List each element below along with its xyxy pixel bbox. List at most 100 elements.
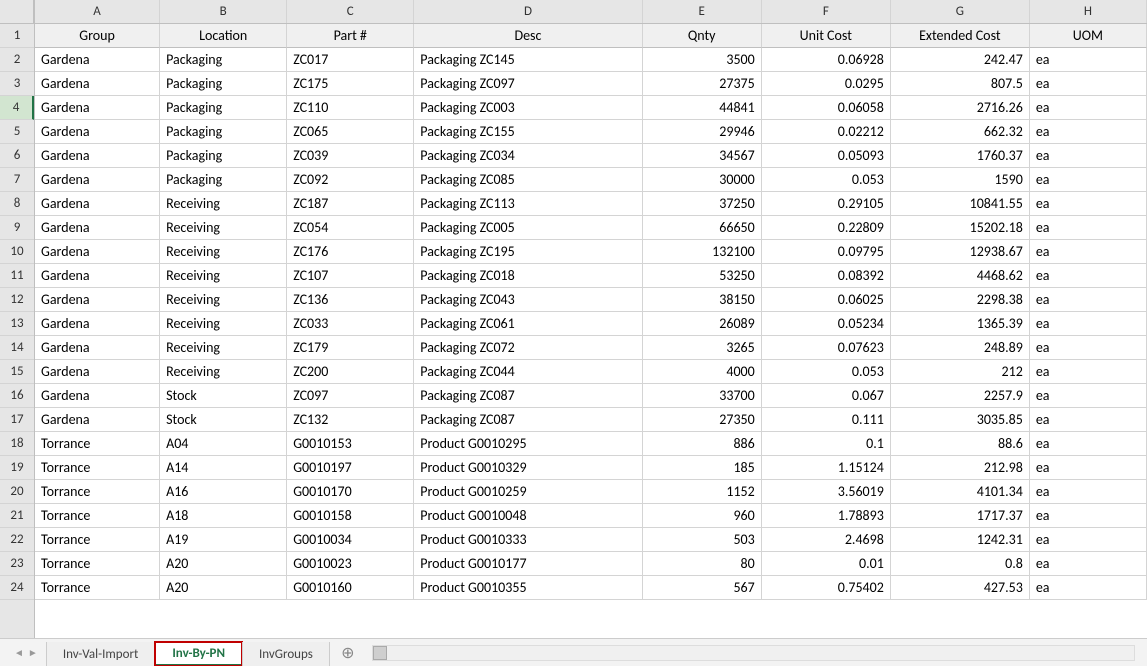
cell[interactable]: Gardena	[35, 48, 160, 72]
cell[interactable]: 662.32	[891, 120, 1030, 144]
cell[interactable]: ZC054	[287, 216, 414, 240]
cell[interactable]: 38150	[643, 288, 762, 312]
cell[interactable]: Gardena	[35, 168, 160, 192]
cell[interactable]: 4468.62	[891, 264, 1030, 288]
cell[interactable]: 1.15124	[762, 456, 891, 480]
cell[interactable]: 66650	[643, 216, 762, 240]
cell[interactable]: 1365.39	[891, 312, 1030, 336]
cell[interactable]: 427.53	[891, 576, 1030, 600]
row-header[interactable]: 12	[0, 288, 34, 312]
cell[interactable]: 0.053	[762, 360, 891, 384]
cell[interactable]: 242.47	[891, 48, 1030, 72]
cell[interactable]: Product G0010259	[414, 480, 642, 504]
cell[interactable]: Packaging ZC061	[414, 312, 642, 336]
cell[interactable]: ZC176	[287, 240, 414, 264]
row-header[interactable]: 24	[0, 576, 34, 600]
row-header[interactable]: 1	[0, 24, 34, 48]
cell[interactable]: Receiving	[160, 336, 287, 360]
cell[interactable]: A14	[160, 456, 287, 480]
row-header[interactable]: 22	[0, 528, 34, 552]
cell[interactable]: A04	[160, 432, 287, 456]
cell[interactable]: 0.29105	[762, 192, 891, 216]
cell[interactable]: Packaging ZC155	[414, 120, 642, 144]
header-cell[interactable]: Part #	[287, 24, 414, 48]
cell[interactable]: Packaging ZC087	[414, 384, 642, 408]
cell[interactable]: ZC175	[287, 72, 414, 96]
cell[interactable]: 27375	[643, 72, 762, 96]
cell[interactable]: 29946	[643, 120, 762, 144]
cell[interactable]: 34567	[643, 144, 762, 168]
cell[interactable]: Product G0010177	[414, 552, 642, 576]
cell[interactable]: ea	[1030, 216, 1147, 240]
cell[interactable]: Receiving	[160, 216, 287, 240]
row-header[interactable]: 20	[0, 480, 34, 504]
cell[interactable]: 0.111	[762, 408, 891, 432]
cell[interactable]: ea	[1030, 96, 1147, 120]
cell[interactable]: Gardena	[35, 240, 160, 264]
cell[interactable]: 88.6	[891, 432, 1030, 456]
cell[interactable]: Stock	[160, 408, 287, 432]
row-header[interactable]: 11	[0, 264, 34, 288]
cell[interactable]: Receiving	[160, 312, 287, 336]
cell[interactable]: G0010153	[287, 432, 414, 456]
cell[interactable]: Gardena	[35, 192, 160, 216]
cell[interactable]: Receiving	[160, 360, 287, 384]
cell[interactable]: 0.09795	[762, 240, 891, 264]
cell[interactable]: ZC110	[287, 96, 414, 120]
cell[interactable]: 4000	[643, 360, 762, 384]
column-header-D[interactable]: D	[414, 0, 642, 23]
cell[interactable]: Torrance	[35, 504, 160, 528]
cell[interactable]: ea	[1030, 456, 1147, 480]
cell[interactable]: G0010170	[287, 480, 414, 504]
cell[interactable]: Packaging ZC018	[414, 264, 642, 288]
tab-nav-arrows[interactable]: ◄ ►	[6, 646, 46, 659]
cell[interactable]: Packaging ZC087	[414, 408, 642, 432]
cell[interactable]: A20	[160, 552, 287, 576]
header-cell[interactable]: Location	[160, 24, 287, 48]
cell[interactable]: 27350	[643, 408, 762, 432]
row-header[interactable]: 23	[0, 552, 34, 576]
cell[interactable]: ea	[1030, 336, 1147, 360]
cell[interactable]: 567	[643, 576, 762, 600]
cell[interactable]: Product G0010355	[414, 576, 642, 600]
cell[interactable]: Receiving	[160, 192, 287, 216]
cell[interactable]: ZC017	[287, 48, 414, 72]
cell[interactable]: Receiving	[160, 288, 287, 312]
cell[interactable]: ea	[1030, 288, 1147, 312]
cell[interactable]: Stock	[160, 384, 287, 408]
cell[interactable]: 12938.67	[891, 240, 1030, 264]
row-header[interactable]: 19	[0, 456, 34, 480]
cell[interactable]: 15202.18	[891, 216, 1030, 240]
cell[interactable]: 185	[643, 456, 762, 480]
cell[interactable]: 0.06928	[762, 48, 891, 72]
cell[interactable]: G0010160	[287, 576, 414, 600]
column-header-A[interactable]: A	[35, 0, 160, 23]
cell[interactable]: 0.01	[762, 552, 891, 576]
cell[interactable]: 0.1	[762, 432, 891, 456]
row-header[interactable]: 13	[0, 312, 34, 336]
column-header-H[interactable]: H	[1030, 0, 1147, 23]
cell[interactable]: 807.5	[891, 72, 1030, 96]
cell[interactable]: Packaging ZC043	[414, 288, 642, 312]
cell[interactable]: ea	[1030, 312, 1147, 336]
tab-nav-next-icon[interactable]: ►	[28, 646, 38, 659]
row-header[interactable]: 3	[0, 72, 34, 96]
cell[interactable]: 3500	[643, 48, 762, 72]
cell[interactable]: Product G0010048	[414, 504, 642, 528]
cell[interactable]: 2716.26	[891, 96, 1030, 120]
sheet-tab[interactable]: Inv-By-PN	[155, 642, 242, 666]
cell[interactable]: Product G0010295	[414, 432, 642, 456]
cell[interactable]: 1242.31	[891, 528, 1030, 552]
cell[interactable]: Receiving	[160, 240, 287, 264]
cell[interactable]: 1152	[643, 480, 762, 504]
cell[interactable]: Gardena	[35, 120, 160, 144]
cell[interactable]: Packaging	[160, 120, 287, 144]
cell[interactable]: ea	[1030, 144, 1147, 168]
cell[interactable]: ea	[1030, 48, 1147, 72]
row-header[interactable]: 15	[0, 360, 34, 384]
row-header[interactable]: 18	[0, 432, 34, 456]
header-cell[interactable]: Qnty	[643, 24, 762, 48]
cell[interactable]: G0010197	[287, 456, 414, 480]
cell[interactable]: G0010034	[287, 528, 414, 552]
select-all-corner[interactable]	[0, 0, 34, 24]
